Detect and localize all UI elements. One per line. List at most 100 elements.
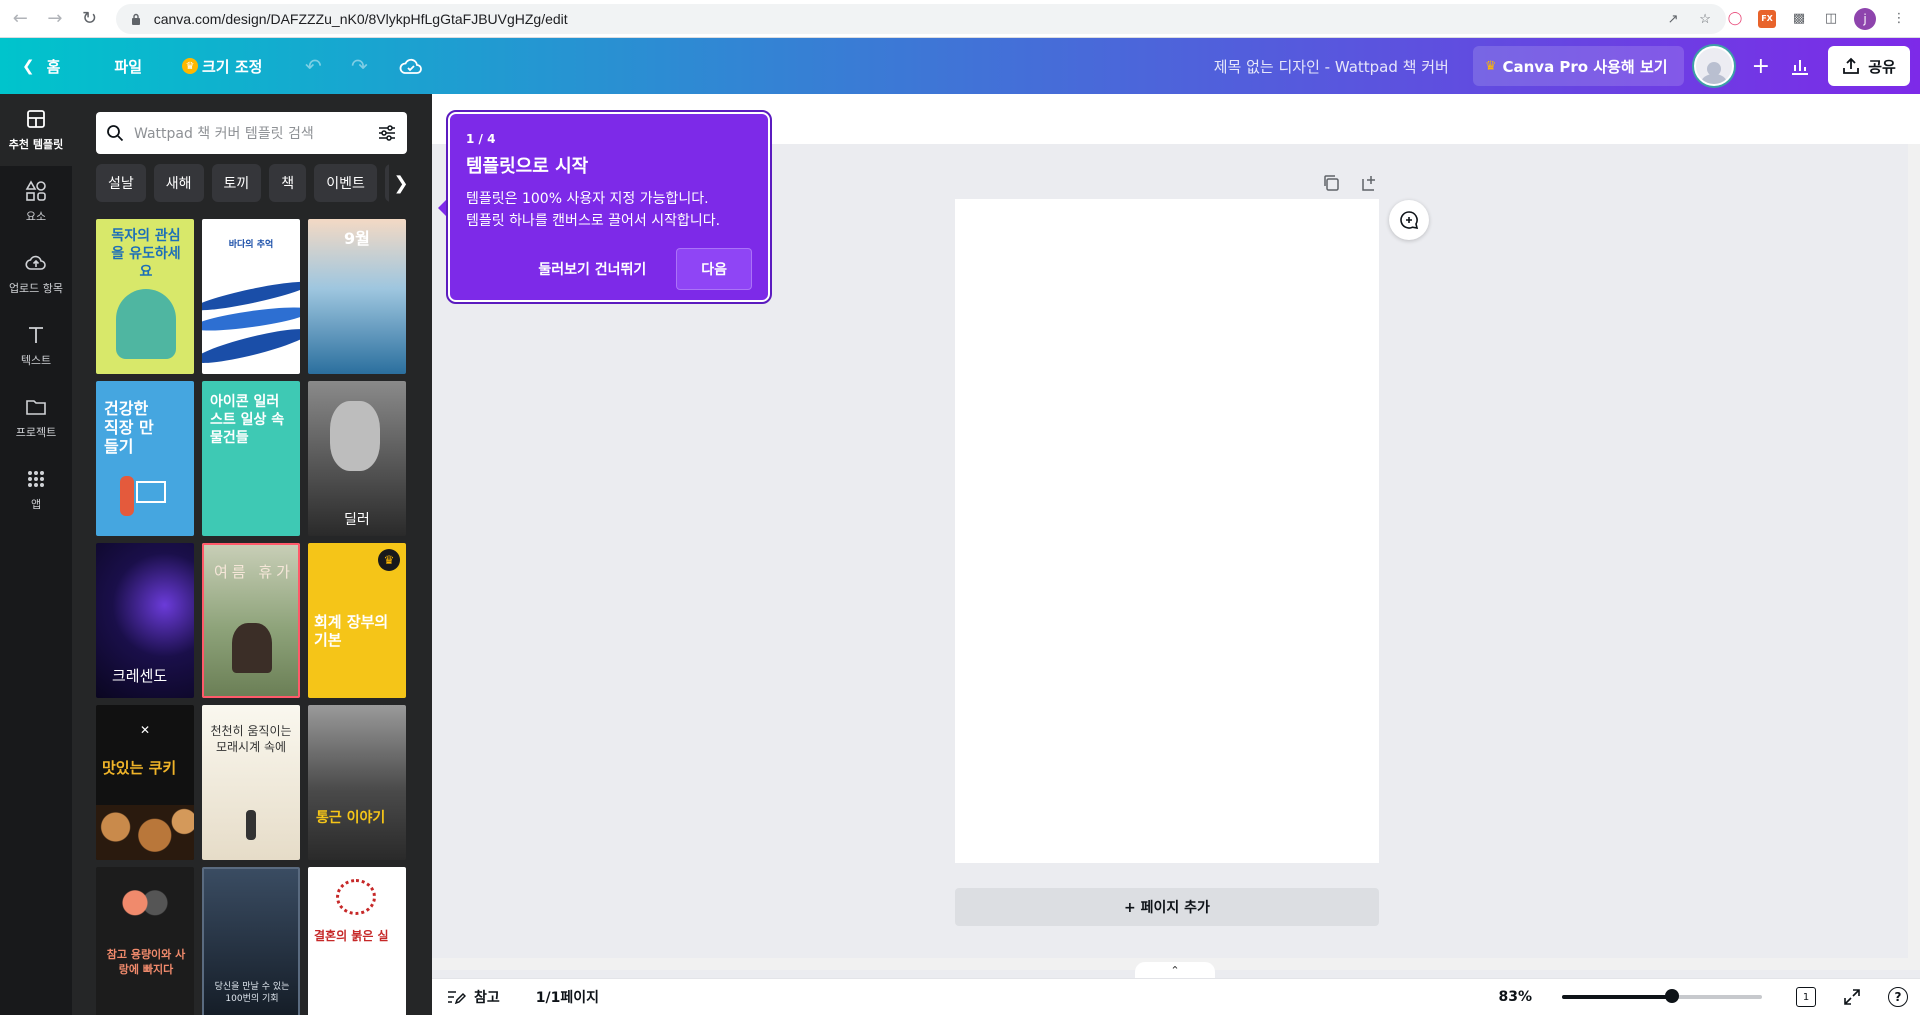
crown-icon: ♛ <box>1484 58 1497 74</box>
add-comment-button[interactable] <box>1389 200 1429 240</box>
editor-footer: 참고 1/1페이지 83% 1 ? <box>432 978 1920 1015</box>
url-text: canva.com/design/DAFZZZu_nK0/8VlykpHfLgG… <box>153 10 568 27</box>
cloud-saved-icon[interactable] <box>394 49 428 83</box>
template-title: 회계 장부의 기본 <box>314 613 389 649</box>
try-pro-button[interactable]: ♛ Canva Pro 사용해 보기 <box>1472 46 1684 86</box>
template-title: 통근 이야기 <box>316 810 386 826</box>
template-search-input[interactable]: Wattpad 책 커버 템플릿 검색 <box>96 112 407 154</box>
template-card[interactable]: 독자의 관심을 유도하세요 <box>96 219 194 374</box>
onboarding-tour-popover: 1 / 4 템플릿으로 시작 템플릿은 100% 사용자 지정 가능합니다. 템… <box>446 110 772 304</box>
comment-plus-icon <box>1400 211 1419 230</box>
template-card[interactable]: ✕ 맛있는 쿠키 <box>96 705 194 860</box>
zoom-slider-fill <box>1562 995 1672 999</box>
close-x-icon: ✕ <box>140 723 151 737</box>
help-icon[interactable]: ? <box>1886 985 1910 1009</box>
home-button[interactable]: ❮ 홈 <box>0 38 74 94</box>
template-card[interactable]: 바다의 추억 <box>202 219 300 374</box>
rail-label: 앱 <box>30 498 42 511</box>
undo-icon[interactable]: ↶ <box>296 49 330 83</box>
cookies-shape <box>96 805 194 860</box>
template-icon <box>27 110 45 128</box>
avatar-body-shape <box>1700 74 1727 84</box>
template-card[interactable]: 통근 이야기 <box>308 705 406 860</box>
template-card[interactable]: 아이콘 일러스트 일상 속 물건들 <box>202 381 300 536</box>
template-title: 천천히 움직이는 모래시계 속에 <box>210 724 292 754</box>
chip[interactable]: 새해 <box>153 164 204 202</box>
bookmark-star-icon[interactable]: ☆ <box>1696 10 1714 28</box>
page-count-badge: 1 <box>1796 987 1816 1007</box>
template-card[interactable]: 딜러 <box>308 381 406 536</box>
zoom-slider[interactable] <box>1562 989 1762 1003</box>
chevron-up-icon[interactable]: ⌃ <box>1135 962 1215 978</box>
vertical-scrollbar[interactable] <box>1908 144 1920 970</box>
template-card-selected[interactable]: 여름 휴가 <box>202 543 300 698</box>
chip[interactable]: 책 <box>269 164 307 202</box>
rail-item-elements[interactable]: 요소 <box>0 166 72 238</box>
chevron-right-icon[interactable]: ❯ <box>389 164 413 202</box>
forward-icon[interactable]: → <box>41 4 70 34</box>
chip[interactable]: 이벤트 <box>314 164 377 202</box>
template-card[interactable]: ♛ 회계 장부의 기본 <box>308 543 406 698</box>
design-title[interactable]: 제목 없는 디자인 - Wattpad 책 커버 <box>1214 56 1449 77</box>
add-page-icon[interactable] <box>1359 173 1379 193</box>
chip[interactable]: 토끼 <box>211 164 262 202</box>
template-title: 참고 용량이와 사랑에 빠지다 <box>106 948 186 976</box>
rail-label: 텍스트 <box>20 354 52 367</box>
share-page-icon[interactable]: ↗ <box>1664 10 1682 28</box>
notes-button[interactable]: 참고 <box>446 987 500 1007</box>
template-grid: 독자의 관심을 유도하세요 바다의 추억 9월 건강한 직장 만들기 아이콘 일… <box>96 219 410 1015</box>
tour-step: 1 / 4 <box>466 132 496 146</box>
template-title: 여름 휴가 <box>214 563 294 581</box>
duplicate-page-icon[interactable] <box>1321 173 1341 193</box>
reload-icon[interactable]: ↻ <box>75 4 104 34</box>
template-card[interactable]: 천천히 움직이는 모래시계 속에 <box>202 705 300 860</box>
add-page-button[interactable]: + 페이지 추가 <box>955 888 1379 926</box>
extension-fx-icon[interactable]: FX <box>1758 9 1777 28</box>
search-icon <box>107 125 124 142</box>
share-button[interactable]: 공유 <box>1828 46 1910 86</box>
side-panel-icon[interactable]: ◫ <box>1822 10 1840 28</box>
template-card[interactable]: 건강한 직장 만들기 <box>96 381 194 536</box>
chip[interactable]: 설날 <box>96 164 146 202</box>
zoom-percent[interactable]: 83% <box>1498 989 1532 1005</box>
rail-item-projects[interactable]: 프로젝트 <box>0 382 72 454</box>
rail-label: 추천 템플릿 <box>8 138 64 151</box>
insights-chart-icon[interactable] <box>1780 46 1820 86</box>
template-card[interactable]: 9월 <box>308 219 406 374</box>
extension-ring-icon[interactable]: ◯ <box>1726 10 1744 28</box>
address-bar[interactable]: canva.com/design/DAFZZZu_nK0/8VlykpHfLgG… <box>115 3 1727 34</box>
zoom-slider-knob[interactable] <box>1665 989 1679 1003</box>
user-avatar[interactable] <box>1693 46 1734 86</box>
skip-tour-button[interactable]: 둘러보기 건너뛰기 <box>524 251 660 287</box>
extensions-puzzle-icon[interactable]: ▩ <box>1790 10 1808 28</box>
page-counter[interactable]: 1/1페이지 <box>536 987 599 1007</box>
filter-sliders-icon[interactable] <box>377 124 397 142</box>
rail-item-uploads[interactable]: 업로드 항목 <box>0 238 72 310</box>
rail-label: 프로젝트 <box>15 426 57 439</box>
rail-item-text[interactable]: 텍스트 <box>0 310 72 382</box>
design-page[interactable] <box>955 199 1379 863</box>
redo-icon[interactable]: ↷ <box>342 49 376 83</box>
fullscreen-icon[interactable] <box>1840 985 1864 1009</box>
rail-item-templates[interactable]: 추천 템플릿 <box>0 94 72 166</box>
template-card[interactable]: 결혼의 붉은 실 <box>308 867 406 1015</box>
browser-profile-avatar[interactable]: j <box>1854 7 1877 30</box>
template-card[interactable]: 당신을 만날 수 있는 100번의 기회 <box>202 867 300 1015</box>
template-title: 아이콘 일러스트 일상 속 물건들 <box>210 394 285 446</box>
walker-shape <box>246 810 256 840</box>
share-label: 공유 <box>1868 57 1896 76</box>
template-card[interactable]: 크레센도 <box>96 543 194 698</box>
back-icon[interactable]: ← <box>6 4 35 34</box>
template-title: 결혼의 붉은 실 <box>314 929 389 943</box>
template-card[interactable]: 참고 용량이와 사랑에 빠지다 <box>96 867 194 1015</box>
tour-body-line: 템플릿 하나를 캔버스로 끌어서 시작합니다. <box>466 213 721 229</box>
browser-menu-icon[interactable]: ⋮ <box>1890 10 1908 28</box>
next-button[interactable]: 다음 <box>676 248 752 290</box>
invite-plus-icon[interactable]: + <box>1752 54 1770 79</box>
upload-icon <box>25 255 46 270</box>
page-grid-view-icon[interactable]: 1 <box>1794 985 1818 1009</box>
folder-icon <box>26 400 46 415</box>
resize-button[interactable]: ♛ 크기 조정 <box>168 38 276 94</box>
file-menu-button[interactable]: 파일 <box>100 38 156 94</box>
rail-item-apps[interactable]: 앱 <box>0 454 72 526</box>
